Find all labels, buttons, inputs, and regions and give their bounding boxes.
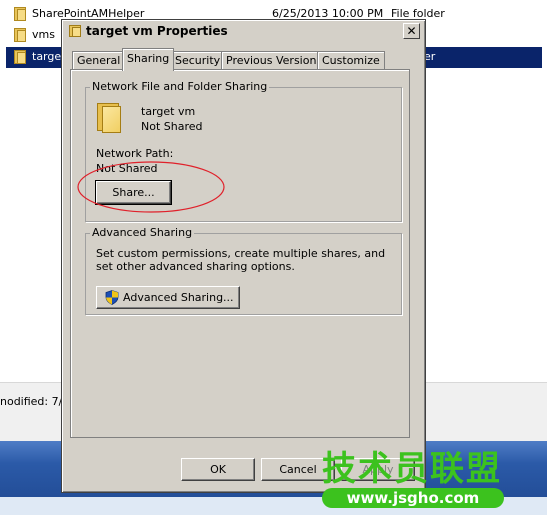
ok-button[interactable]: OK xyxy=(181,458,255,481)
folder-icon xyxy=(97,103,123,133)
file-name: targe xyxy=(32,50,62,63)
share-button[interactable]: Share... xyxy=(95,180,172,205)
advanced-sharing-description: Set custom permissions, create multiple … xyxy=(96,247,386,273)
folder-name: target vm xyxy=(141,105,196,118)
close-icon: ✕ xyxy=(406,24,417,38)
network-sharing-group: Network File and Folder Sharing target v… xyxy=(85,80,402,222)
tab-strip: General Sharing Security Previous Versio… xyxy=(70,48,410,71)
file-name: vms xyxy=(32,28,55,41)
properties-dialog: target vm Properties ✕ General Sharing S… xyxy=(61,19,426,493)
close-button[interactable]: ✕ xyxy=(403,23,420,39)
advanced-sharing-group: Advanced Sharing Set custom permissions,… xyxy=(85,226,402,315)
folder-icon xyxy=(14,28,26,42)
tab-general[interactable]: General xyxy=(72,51,126,70)
sharing-tab-panel: Network File and Folder Sharing target v… xyxy=(70,69,410,438)
folder-icon xyxy=(14,7,26,21)
apply-button[interactable]: Apply xyxy=(341,458,415,481)
bottom-strip xyxy=(0,497,547,515)
folder-icon xyxy=(14,50,26,64)
shield-icon xyxy=(105,290,119,305)
advanced-sharing-button[interactable]: Advanced Sharing... xyxy=(96,286,240,309)
tab-security[interactable]: Security xyxy=(170,51,226,70)
tab-previous-versions[interactable]: Previous Versions xyxy=(221,51,328,70)
network-path-value: Not Shared xyxy=(96,162,158,175)
modified-label: nodified: 7/5 xyxy=(0,395,70,408)
network-path-label: Network Path: xyxy=(96,147,174,160)
tab-customize[interactable]: Customize xyxy=(317,51,385,70)
network-sharing-group-label: Network File and Folder Sharing xyxy=(90,80,270,93)
tab-sharing[interactable]: Sharing xyxy=(122,48,175,71)
folder-icon xyxy=(69,25,81,37)
title-bar[interactable]: target vm Properties ✕ xyxy=(64,22,423,41)
sharing-status: Not Shared xyxy=(141,120,203,133)
cancel-button[interactable]: Cancel xyxy=(261,458,335,481)
advanced-sharing-group-label: Advanced Sharing xyxy=(90,226,195,239)
dialog-title: target vm Properties xyxy=(86,24,228,38)
advanced-sharing-button-label: Advanced Sharing... xyxy=(123,291,234,304)
